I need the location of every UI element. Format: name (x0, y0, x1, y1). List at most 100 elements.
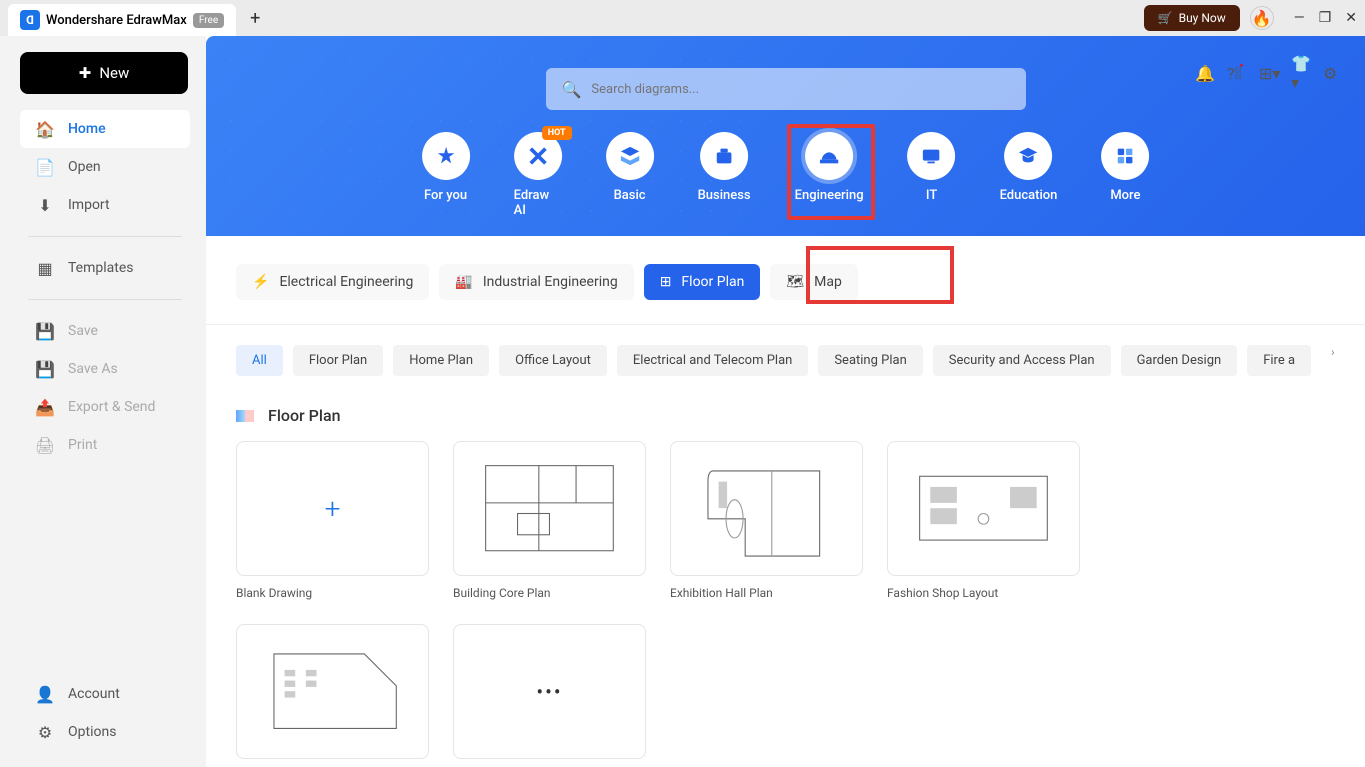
chip-garden-design[interactable]: Garden Design (1121, 345, 1238, 376)
circuit-icon: ⚡ (252, 274, 269, 290)
category-engineering[interactable]: Engineering (795, 132, 864, 218)
category-edraw-ai[interactable]: HOT Edraw AI (514, 132, 562, 218)
industrial-icon: 🏭 (455, 274, 472, 290)
template-preview-icon (258, 638, 407, 744)
save-as-icon: 💾 (36, 360, 54, 378)
subcat-industrial[interactable]: 🏭 Industrial Engineering (439, 264, 633, 300)
apps-icon[interactable]: ⊞▾ (1259, 64, 1277, 82)
divider (28, 236, 182, 237)
plus-icon: + (325, 492, 341, 525)
category-it[interactable]: IT (908, 132, 956, 218)
subcat-map[interactable]: 🗺 Map (770, 264, 857, 300)
bell-icon[interactable]: 🔔 (1195, 64, 1213, 82)
sidebar-item-home[interactable]: 🏠 Home (20, 110, 190, 148)
chip-electrical-telecom[interactable]: Electrical and Telecom Plan (617, 345, 808, 376)
education-icon (1004, 132, 1052, 180)
divider (28, 299, 182, 300)
minimize-button[interactable]: — (1294, 10, 1305, 26)
title-right: 🛒 Buy Now 🔥 — ❐ ✕ (1144, 5, 1357, 31)
templates-grid: + Blank Drawing Building Core Plan Exhib… (206, 441, 1365, 600)
chip-floor-plan[interactable]: Floor Plan (293, 345, 383, 376)
more-icon (1101, 132, 1149, 180)
buy-now-button[interactable]: 🛒 Buy Now (1144, 5, 1240, 31)
for-you-icon (422, 132, 470, 180)
import-icon: ⬇ (36, 196, 54, 214)
category-business[interactable]: Business (698, 132, 751, 218)
chevron-right-icon[interactable]: › (1321, 345, 1335, 376)
shirt-icon[interactable]: 👕▾ (1291, 64, 1309, 82)
chip-home-plan[interactable]: Home Plan (393, 345, 489, 376)
sidebar: ✚ New 🏠 Home 📄 Open ⬇ Import ▦ Templates… (0, 36, 206, 767)
new-button[interactable]: ✚ New (20, 52, 188, 94)
settings-icon[interactable]: ⚙ (1323, 64, 1341, 82)
template-fashion-shop[interactable]: Fashion Shop Layout (887, 441, 1080, 600)
sidebar-item-save[interactable]: 💾 Save (20, 312, 190, 350)
search-input[interactable] (591, 82, 1009, 97)
sidebar-item-import[interactable]: ⬇ Import (20, 186, 190, 224)
templates-grid-2: ••• (206, 624, 1365, 759)
hot-badge: HOT (542, 126, 572, 140)
template-row2-1[interactable] (236, 624, 429, 759)
maximize-button[interactable]: ❐ (1319, 10, 1332, 26)
category-education[interactable]: Education (1000, 132, 1058, 218)
close-button[interactable]: ✕ (1345, 10, 1357, 26)
app-tab[interactable]: Wondershare EdrawMax Free (8, 4, 236, 36)
template-row2-2[interactable]: ••• (453, 624, 646, 759)
app-name: Wondershare EdrawMax (46, 13, 187, 28)
add-tab-button[interactable]: + (242, 8, 268, 29)
section-icon (236, 410, 254, 422)
subcat-floor-plan[interactable]: ⊞ Floor Plan (644, 264, 761, 300)
template-preview-icon (475, 455, 624, 561)
sidebar-item-export[interactable]: 📤 Export & Send (20, 388, 190, 426)
help-icon[interactable]: ?⃝ (1227, 64, 1245, 82)
chip-all[interactable]: All (236, 345, 283, 376)
category-basic[interactable]: Basic (606, 132, 654, 218)
chip-seating-plan[interactable]: Seating Plan (818, 345, 922, 376)
plus-icon: ✚ (79, 64, 92, 82)
template-exhibition-hall[interactable]: Exhibition Hall Plan (670, 441, 863, 600)
categories: For you HOT Edraw AI Basic Business (422, 132, 1150, 218)
avatar[interactable]: 🔥 (1250, 6, 1274, 30)
chip-fire[interactable]: Fire a (1247, 345, 1311, 376)
category-for-you[interactable]: For you (422, 132, 470, 218)
search-box: 🔍 (546, 68, 1026, 110)
account-icon: 👤 (36, 685, 54, 703)
sidebar-item-open[interactable]: 📄 Open (20, 148, 190, 186)
template-building-core[interactable]: Building Core Plan (453, 441, 646, 600)
home-icon: 🏠 (36, 120, 54, 138)
toolbar-right: 🔔 ?⃝ ⊞▾ 👕▾ ⚙ (1195, 64, 1341, 82)
chip-security-access[interactable]: Security and Access Plan (933, 345, 1111, 376)
title-left: Wondershare EdrawMax Free + (8, 0, 268, 36)
gear-icon: ⚙ (36, 723, 54, 741)
filter-chips: All Floor Plan Home Plan Office Layout E… (206, 324, 1365, 396)
more-dots-icon: ••• (536, 680, 562, 704)
category-more[interactable]: More (1101, 132, 1149, 218)
sidebar-item-print[interactable]: 🖨 Print (20, 426, 190, 464)
search-icon: 🔍 (562, 80, 582, 99)
it-icon (908, 132, 956, 180)
free-badge: Free (193, 13, 224, 28)
sidebar-item-templates[interactable]: ▦ Templates (20, 249, 190, 287)
cart-icon: 🛒 (1158, 11, 1173, 25)
title-bar: Wondershare EdrawMax Free + 🛒 Buy Now 🔥 … (0, 0, 1365, 36)
export-icon: 📤 (36, 398, 54, 416)
map-icon: 🗺 (786, 274, 804, 290)
file-icon: 📄 (36, 158, 54, 176)
business-icon (700, 132, 748, 180)
template-blank[interactable]: + Blank Drawing (236, 441, 429, 600)
floorplan-icon: ⊞ (660, 274, 672, 290)
sidebar-item-save-as[interactable]: 💾 Save As (20, 350, 190, 388)
template-preview-icon (909, 455, 1058, 561)
sub-categories: ⚡ Electrical Engineering 🏭 Industrial En… (206, 236, 1365, 324)
hero-banner: 🔍 For you HOT Edraw AI Basic (206, 36, 1365, 236)
subcat-electrical[interactable]: ⚡ Electrical Engineering (236, 264, 429, 300)
window-controls: — ❐ ✕ (1294, 10, 1357, 26)
sidebar-item-account[interactable]: 👤 Account (20, 675, 190, 713)
save-icon: 💾 (36, 322, 54, 340)
chip-office-layout[interactable]: Office Layout (499, 345, 607, 376)
app-icon (20, 10, 40, 30)
templates-icon: ▦ (36, 259, 54, 277)
engineering-icon (805, 132, 853, 180)
basic-icon (606, 132, 654, 180)
sidebar-item-options[interactable]: ⚙ Options (20, 713, 190, 751)
